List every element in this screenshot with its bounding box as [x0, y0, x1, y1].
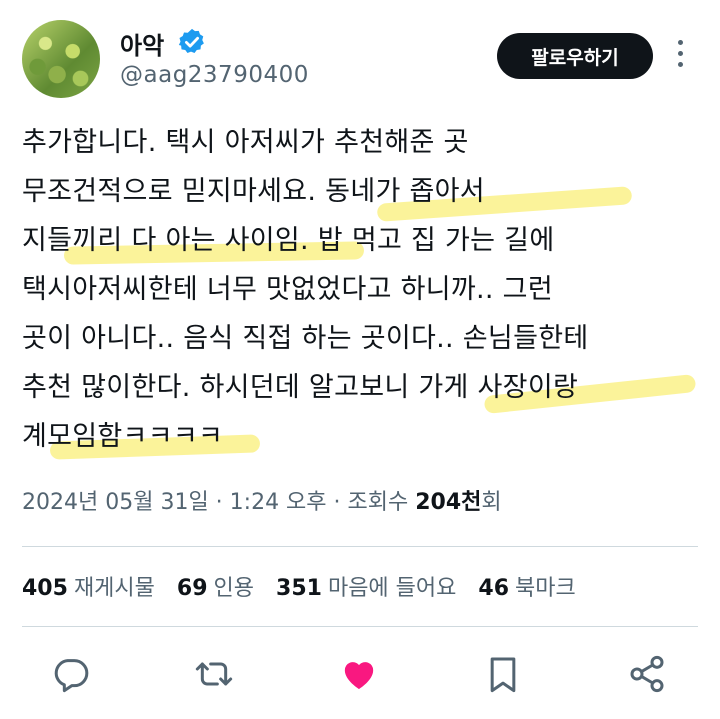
- tweet-text: 추가합니다. 택시 아저씨가 추천해준 곳 무조건적으로 믿지마세요. 동네가 …: [22, 118, 702, 461]
- view-count: 204천: [415, 490, 482, 515]
- divider: [22, 626, 698, 627]
- tweet-line: 추가합니다. 택시 아저씨가 추천해준 곳: [22, 127, 469, 158]
- bookmarks-stat[interactable]: 46 북마크: [478, 570, 575, 602]
- more-icon[interactable]: [673, 40, 687, 74]
- tweet-header: 아악 @aag23790400 팔로우하기: [0, 0, 720, 110]
- timestamp[interactable]: 2024년 05월 31일 · 1:24 오후 · 조회수: [22, 490, 415, 515]
- display-name[interactable]: 아악: [120, 26, 164, 61]
- tweet-line: 곳이 아니다.. 음식 직접 하는 곳이다.. 손님들한테: [22, 323, 589, 354]
- tweet-line: 계모임함ㅋㅋㅋㅋ: [22, 412, 702, 461]
- verified-badge-icon: [178, 28, 204, 53]
- quotes-stat[interactable]: 69 인용: [177, 570, 254, 602]
- reposts-stat[interactable]: 405 재게시물: [22, 570, 155, 602]
- tweet-line: 지들끼리 다 아는 사이임. 밥 먹고 집 가는 길에: [22, 216, 702, 265]
- engagement-stats: 405 재게시물 69 인용 351 마음에 들어요 46 북마크: [22, 570, 598, 602]
- tweet-line: 택시아저씨한테 너무 맛없었다고 하니까.. 그런: [22, 274, 553, 305]
- avatar[interactable]: [22, 20, 100, 98]
- tweet-line: 추천 많이한다. 하시던데 알고보니 가게 사장이랑: [22, 363, 702, 415]
- bookmark-icon[interactable]: [483, 654, 523, 694]
- view-suffix: 회: [481, 490, 502, 515]
- like-icon[interactable]: [339, 654, 379, 694]
- tweet-meta: 2024년 05월 31일 · 1:24 오후 · 조회수 204천회: [22, 484, 502, 516]
- share-icon[interactable]: [627, 654, 667, 694]
- divider: [22, 546, 698, 547]
- reply-icon[interactable]: [51, 654, 91, 694]
- likes-stat[interactable]: 351 마음에 들어요: [276, 570, 456, 602]
- action-bar: [0, 648, 720, 704]
- user-handle[interactable]: @aag23790400: [120, 62, 309, 88]
- follow-button[interactable]: 팔로우하기: [497, 33, 653, 79]
- tweet-line: 무조건적으로 믿지마세요. 동네가 좁아서: [22, 167, 702, 222]
- repost-icon[interactable]: [194, 654, 234, 694]
